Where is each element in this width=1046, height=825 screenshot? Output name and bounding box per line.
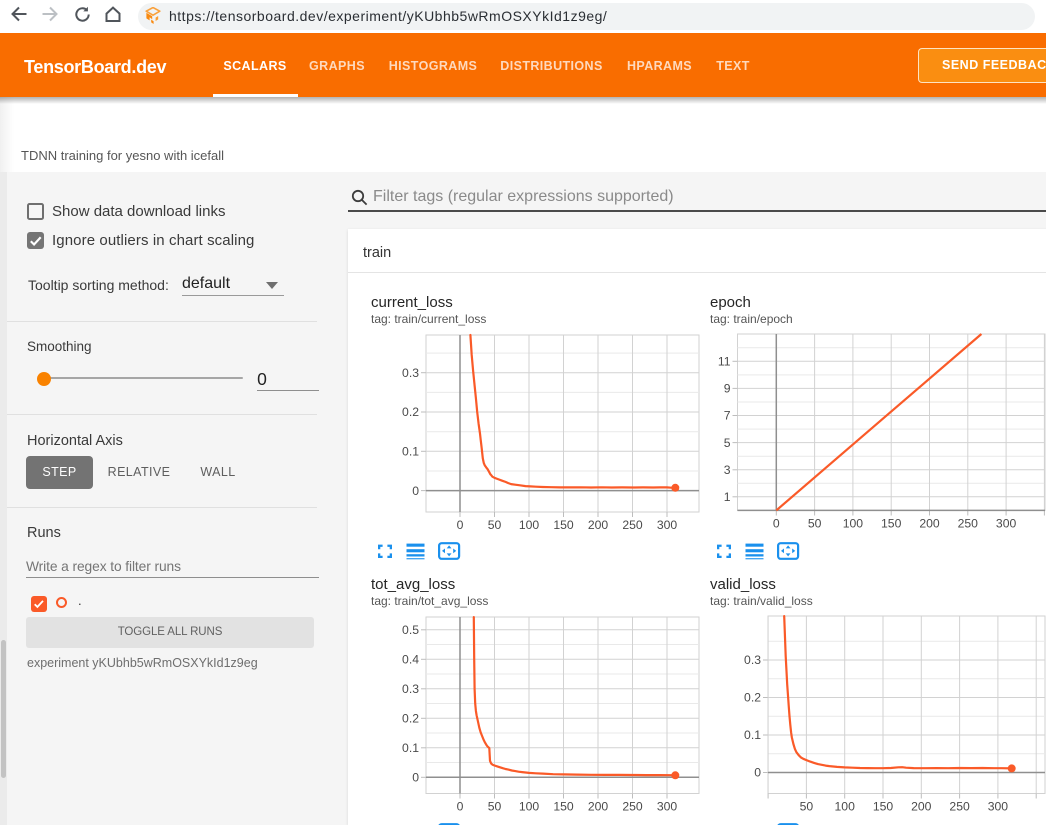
svg-text:7: 7 (724, 409, 731, 423)
svg-text:100: 100 (519, 800, 540, 814)
svg-text:250: 250 (622, 518, 643, 530)
svg-text:5: 5 (724, 436, 731, 450)
svg-text:250: 250 (622, 800, 643, 814)
svg-text:300: 300 (657, 800, 678, 814)
svg-text:300: 300 (996, 517, 1017, 530)
svg-text:0.2: 0.2 (744, 691, 761, 705)
svg-text:150: 150 (553, 800, 574, 814)
svg-text:250: 250 (949, 800, 970, 814)
svg-text:250: 250 (958, 517, 979, 530)
svg-text:0.5: 0.5 (402, 623, 419, 637)
svg-text:100: 100 (519, 518, 540, 530)
svg-text:200: 200 (911, 800, 932, 814)
svg-text:0.1: 0.1 (744, 728, 761, 742)
svg-text:300: 300 (988, 800, 1009, 814)
svg-text:0.4: 0.4 (402, 653, 419, 667)
svg-text:0: 0 (773, 517, 780, 530)
svg-text:50: 50 (488, 518, 502, 530)
svg-text:150: 150 (553, 518, 574, 530)
svg-text:0.2: 0.2 (402, 405, 419, 419)
svg-text:0: 0 (457, 800, 464, 814)
svg-text:0.3: 0.3 (402, 682, 419, 696)
svg-text:11: 11 (718, 355, 731, 369)
svg-text:100: 100 (835, 800, 856, 814)
svg-text:200: 200 (919, 517, 940, 530)
svg-text:200: 200 (588, 518, 609, 530)
svg-text:300: 300 (657, 518, 678, 530)
svg-text:0.1: 0.1 (402, 445, 419, 459)
svg-text:3: 3 (724, 463, 731, 477)
svg-text:0: 0 (754, 766, 761, 780)
svg-text:150: 150 (873, 800, 894, 814)
svg-text:100: 100 (843, 517, 864, 530)
svg-text:200: 200 (588, 800, 609, 814)
svg-text:0.1: 0.1 (402, 741, 419, 755)
svg-text:0: 0 (412, 484, 419, 498)
svg-text:0.3: 0.3 (744, 653, 761, 667)
svg-text:9: 9 (724, 382, 731, 396)
svg-text:50: 50 (488, 800, 502, 814)
svg-text:50: 50 (808, 517, 822, 530)
svg-text:1: 1 (724, 490, 731, 504)
svg-text:0: 0 (412, 771, 419, 785)
svg-text:0.2: 0.2 (402, 712, 419, 726)
svg-text:0.3: 0.3 (402, 366, 419, 380)
svg-text:0: 0 (457, 518, 464, 530)
svg-text:150: 150 (881, 517, 902, 530)
svg-text:50: 50 (800, 800, 814, 814)
